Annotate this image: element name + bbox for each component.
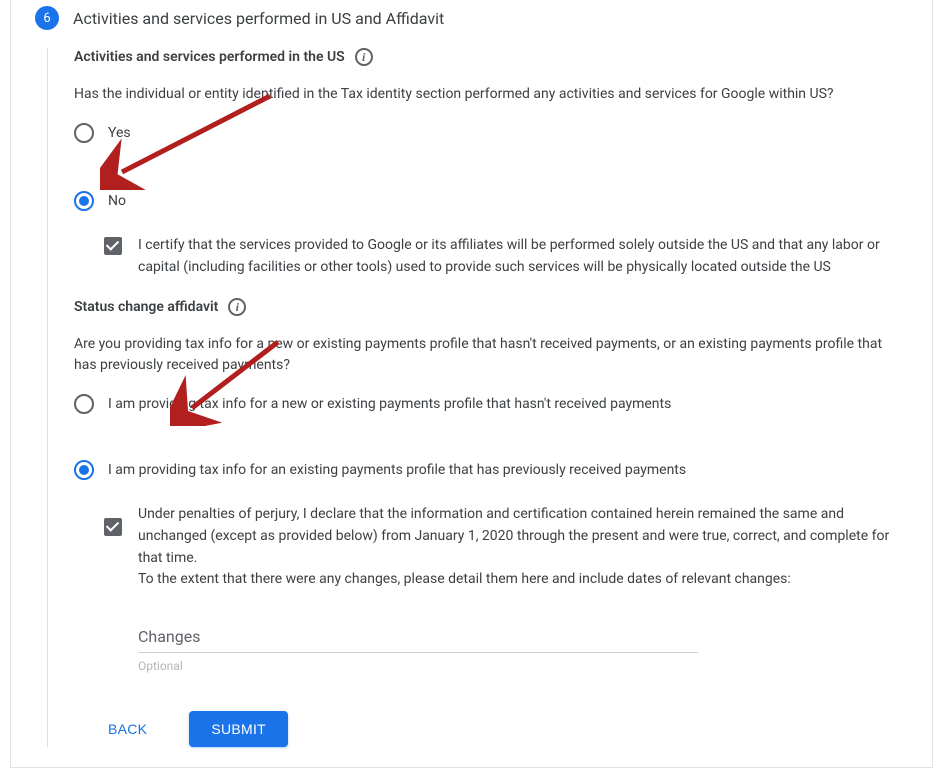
info-icon[interactable]: i [355, 48, 373, 66]
submit-button[interactable]: SUBMIT [189, 711, 288, 747]
radio-new-label: I am providing tax info for a new or exi… [108, 396, 671, 412]
cert-checkbox[interactable] [104, 237, 122, 255]
info-icon[interactable]: i [228, 298, 246, 316]
radio-no-row[interactable]: No [74, 191, 904, 211]
radio-existing-row[interactable]: I am providing tax info for an existing … [74, 460, 904, 480]
radio-yes[interactable] [74, 123, 94, 143]
changes-field[interactable]: Changes Optional [138, 627, 698, 673]
step-title: Activities and services performed in US … [73, 9, 444, 28]
radio-no[interactable] [74, 191, 94, 211]
radio-no-label: No [108, 193, 126, 209]
cert-text: I certify that the services provided to … [138, 235, 904, 278]
radio-new-row[interactable]: I am providing tax info for a new or exi… [74, 394, 904, 414]
radio-new-profile[interactable] [74, 394, 94, 414]
decl-row: Under penalties of perjury, I declare th… [74, 504, 904, 591]
radio-existing-label: I am providing tax info for an existing … [108, 462, 686, 478]
radio-yes-row[interactable]: Yes [74, 123, 904, 143]
form-actions: BACK SUBMIT [74, 711, 904, 747]
step-content: Activities and services performed in the… [47, 48, 908, 747]
radio-existing-profile[interactable] [74, 460, 94, 480]
form-card: 6 Activities and services performed in U… [10, 0, 933, 768]
back-button[interactable]: BACK [104, 713, 151, 745]
section1-header: Activities and services performed in the… [74, 48, 904, 66]
section2-question: Are you providing tax info for a new or … [74, 334, 904, 376]
step-header: 6 Activities and services performed in U… [35, 3, 908, 30]
changes-label: Changes [138, 627, 698, 652]
changes-underline [138, 652, 698, 653]
step-number-badge: 6 [35, 6, 59, 30]
decl-checkbox[interactable] [104, 518, 122, 536]
cert-row: I certify that the services provided to … [74, 235, 904, 278]
radio-yes-label: Yes [108, 125, 131, 141]
changes-hint: Optional [138, 659, 698, 673]
section2-header: Status change affidavit i [74, 298, 904, 316]
section1-question: Has the individual or entity identified … [74, 84, 904, 105]
section2-heading: Status change affidavit [74, 299, 218, 315]
section1-heading: Activities and services performed in the… [74, 49, 345, 65]
decl-text: Under penalties of perjury, I declare th… [138, 504, 904, 591]
